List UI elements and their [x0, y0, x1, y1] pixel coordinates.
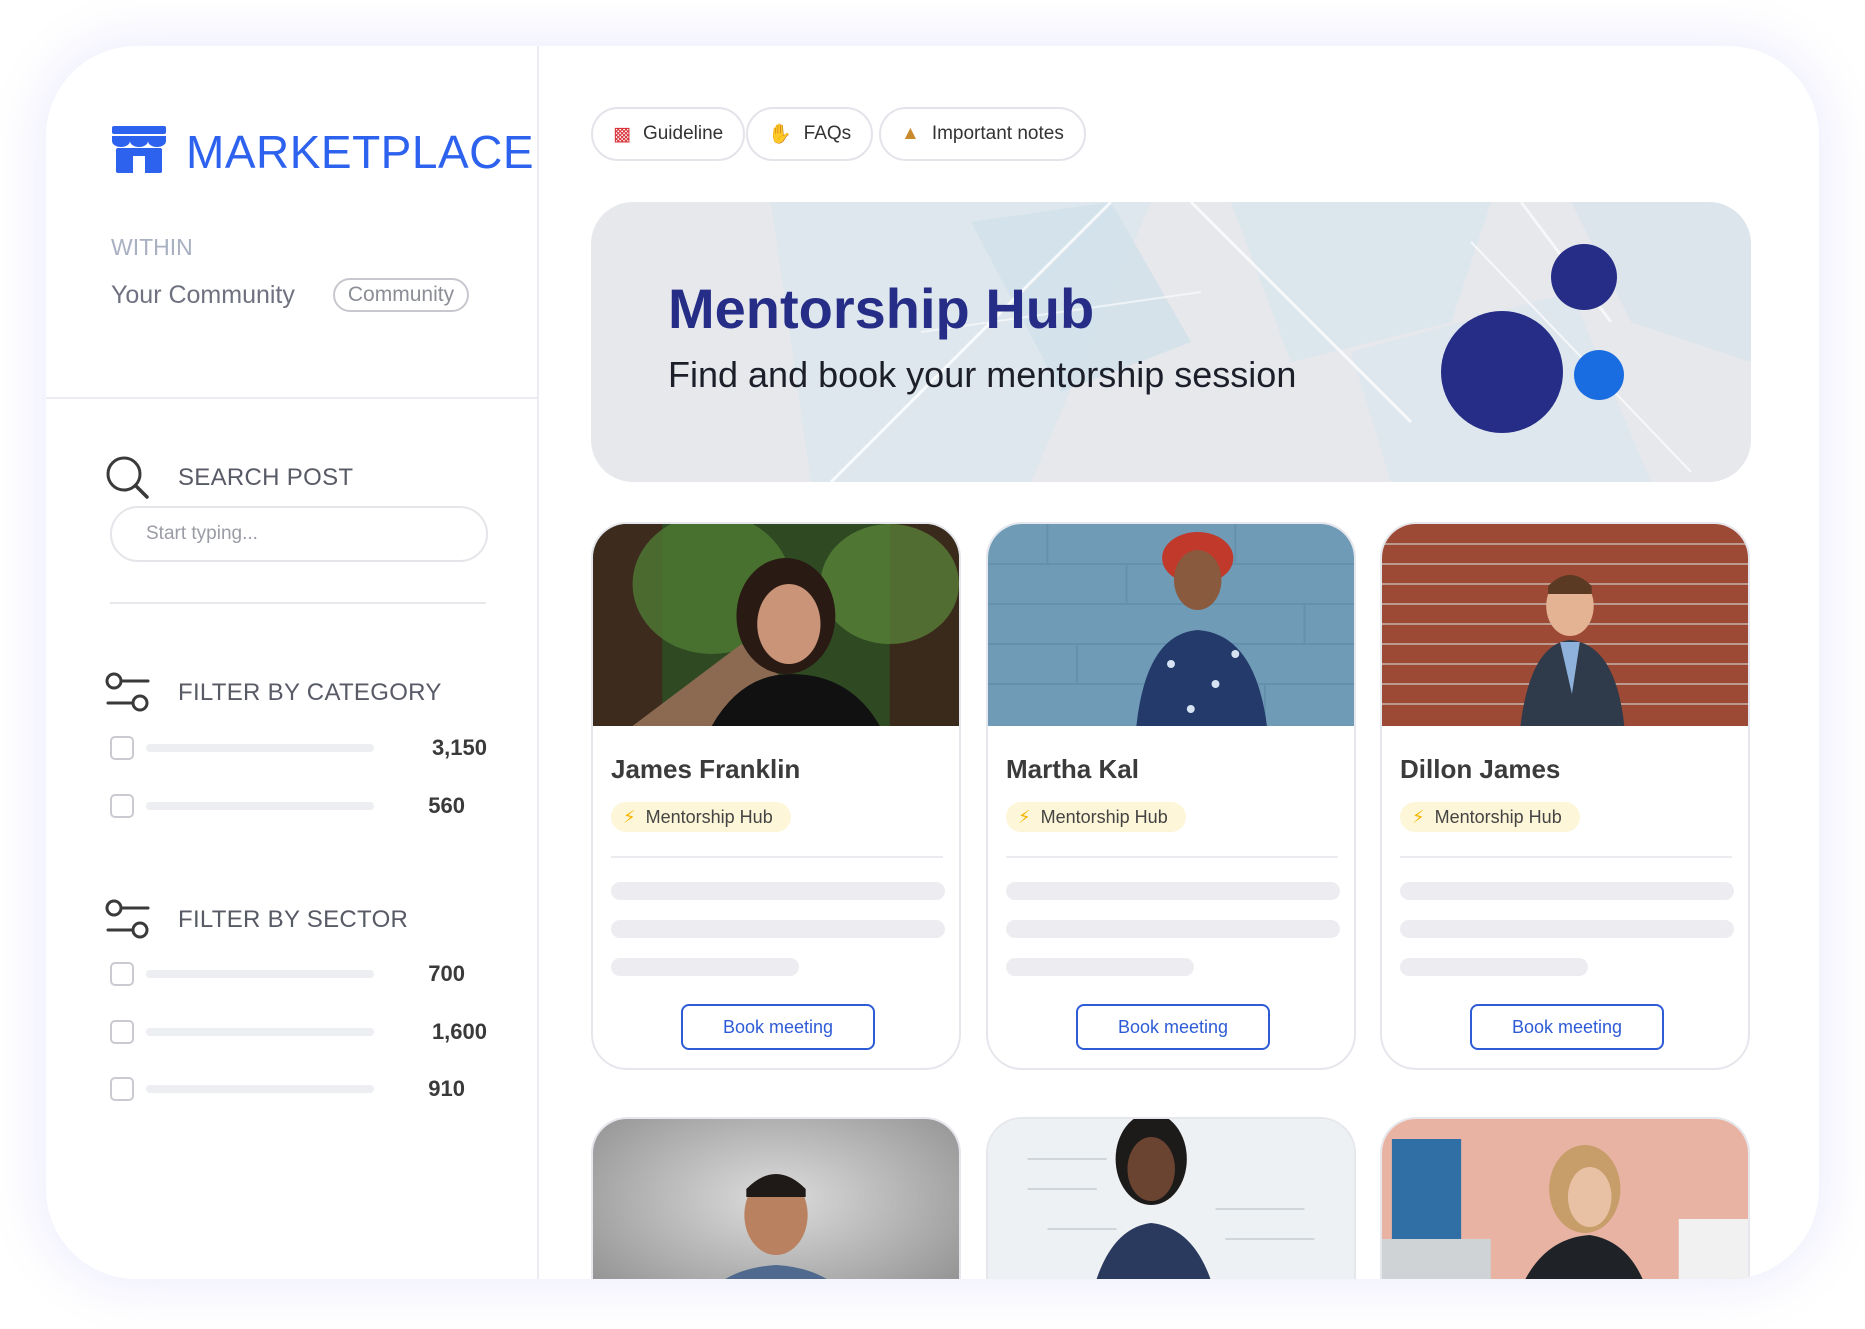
brand-title: MARKETPLACE: [186, 125, 535, 178]
option-count: 1,600: [431, 1019, 487, 1044]
book-meeting-button[interactable]: Book meeting: [681, 1004, 875, 1050]
decorative-dot: [1574, 350, 1624, 400]
text-placeholder: [611, 920, 945, 938]
option-count: 700: [428, 961, 465, 986]
filter-sector-label: FILTER BY SECTOR: [178, 906, 409, 933]
mentor-card[interactable]: Dillon James ⚡ Mentorship Hub Book meeti…: [1380, 522, 1750, 1070]
mentor-name: Martha Kal: [1006, 754, 1139, 784]
option-count: 3,150: [431, 735, 487, 760]
divider: [110, 602, 486, 604]
lightning-icon: ⚡: [1018, 806, 1031, 827]
mentorship-badge: ⚡ Mentorship Hub: [611, 802, 791, 832]
book-icon: ▩: [613, 123, 631, 145]
mentor-name: James Franklin: [611, 754, 801, 784]
filter-sector-option[interactable]: 1,600: [110, 1017, 487, 1047]
filter-category-header: FILTER BY CATEGORY: [104, 669, 442, 717]
mentor-card[interactable]: Martha Kal ⚡ Mentorship Hub Book meeting: [986, 522, 1356, 1070]
text-placeholder: [1006, 920, 1340, 938]
badge-label: Mentorship Hub: [1040, 806, 1168, 827]
mentor-photo: [593, 1119, 959, 1279]
mentor-card[interactable]: [1380, 1117, 1750, 1279]
store-icon: [111, 124, 167, 179]
app-window: MARKETPLACE WITHIN Your Community Commun…: [46, 46, 1819, 1279]
lightning-icon: ⚡: [1412, 806, 1425, 827]
mentor-card[interactable]: James Franklin ⚡ Mentorship Hub Book mee…: [591, 522, 961, 1070]
megaphone-icon: ▲: [901, 123, 920, 144]
text-placeholder: [1006, 958, 1194, 976]
decorative-dot: [1441, 311, 1563, 433]
option-placeholder: [146, 970, 374, 978]
mentor-card[interactable]: [591, 1117, 961, 1279]
checkbox[interactable]: [110, 1020, 134, 1044]
text-placeholder: [1400, 882, 1734, 900]
decorative-dot: [1551, 244, 1617, 310]
search-header: SEARCH POST: [104, 454, 353, 502]
search-input[interactable]: [110, 506, 488, 562]
pill-label: Important notes: [931, 123, 1064, 144]
hero-title: Mentorship Hub: [668, 277, 1095, 340]
within-label: WITHIN: [111, 234, 193, 260]
text-placeholder: [1400, 920, 1734, 938]
text-placeholder: [1400, 958, 1588, 976]
mentor-card[interactable]: [986, 1117, 1356, 1279]
filter-icon: [104, 669, 152, 717]
hero-subtitle: Find and book your mentorship session: [668, 354, 1297, 395]
divider: [611, 856, 943, 858]
hero-banner: Mentorship Hub Find and book your mentor…: [591, 202, 1751, 482]
sidebar: MARKETPLACE WITHIN Your Community Commun…: [46, 46, 539, 1279]
wave-icon: ✋: [768, 124, 792, 145]
guideline-pill[interactable]: ▩ Guideline: [591, 107, 746, 161]
mentor-photo: [593, 524, 959, 726]
mentorship-badge: ⚡ Mentorship Hub: [1400, 802, 1580, 832]
important-notes-pill[interactable]: ▲ Important notes: [879, 107, 1086, 161]
mentor-photo: [1382, 1119, 1748, 1279]
text-placeholder: [611, 882, 945, 900]
pill-label: Guideline: [642, 123, 724, 144]
divider: [1006, 856, 1338, 858]
divider: [46, 397, 539, 399]
brand[interactable]: MARKETPLACE: [111, 124, 534, 179]
search-label: SEARCH POST: [178, 464, 354, 491]
text-placeholder: [1006, 882, 1340, 900]
faqs-pill[interactable]: ✋ FAQs: [746, 107, 874, 161]
mentor-photo: [988, 1119, 1354, 1279]
pill-label: FAQs: [803, 123, 852, 144]
filter-sector-option[interactable]: 700: [110, 959, 487, 989]
community-name: Your Community: [111, 280, 295, 309]
mentorship-badge: ⚡ Mentorship Hub: [1006, 802, 1186, 832]
divider: [1400, 856, 1732, 858]
lightning-icon: ⚡: [623, 806, 636, 827]
mentor-photo: [1382, 524, 1748, 726]
text-placeholder: [611, 958, 799, 976]
search-icon: [104, 454, 152, 502]
filter-sector-option[interactable]: 910: [110, 1074, 487, 1104]
checkbox[interactable]: [110, 962, 134, 986]
badge-label: Mentorship Hub: [1434, 806, 1562, 827]
book-meeting-button[interactable]: Book meeting: [1076, 1004, 1270, 1050]
option-count: 560: [428, 793, 465, 818]
option-placeholder: [146, 744, 374, 752]
filter-category-option[interactable]: 3,150: [110, 733, 487, 763]
checkbox[interactable]: [110, 794, 134, 818]
checkbox[interactable]: [110, 1077, 134, 1101]
option-count: 910: [428, 1076, 465, 1101]
checkbox[interactable]: [110, 736, 134, 760]
badge-label: Mentorship Hub: [645, 806, 773, 827]
option-placeholder: [146, 1028, 374, 1036]
community-row: Your Community Community: [111, 278, 470, 312]
filter-sector-header: FILTER BY SECTOR: [104, 896, 408, 944]
community-tag[interactable]: Community: [332, 278, 470, 312]
book-meeting-button[interactable]: Book meeting: [1470, 1004, 1664, 1050]
option-placeholder: [146, 802, 374, 810]
filter-category-option[interactable]: 560: [110, 791, 487, 821]
option-placeholder: [146, 1085, 374, 1093]
mentor-name: Dillon James: [1400, 754, 1561, 784]
filter-icon: [104, 896, 152, 944]
filter-category-label: FILTER BY CATEGORY: [178, 679, 442, 706]
mentor-photo: [988, 524, 1354, 726]
